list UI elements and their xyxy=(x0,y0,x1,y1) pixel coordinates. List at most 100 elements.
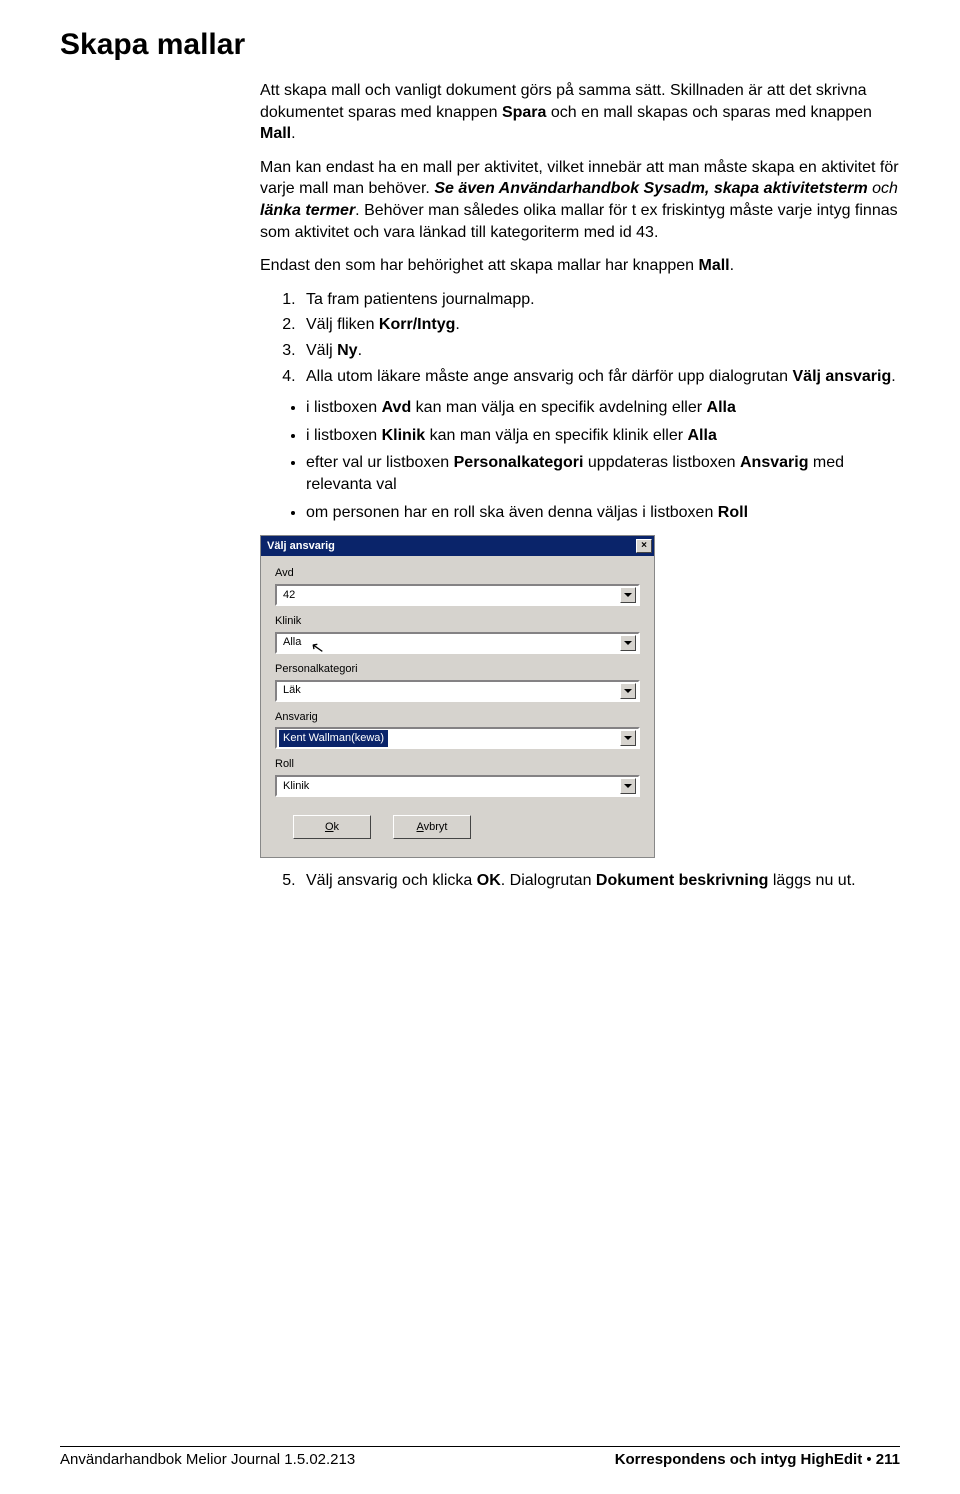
step-1: Ta fram patientens journalmapp. xyxy=(300,289,900,311)
footer-left: Användarhandbok Melior Journal 1.5.02.21… xyxy=(60,1451,355,1468)
combo-value: Läk xyxy=(283,683,301,698)
chevron-down-icon[interactable] xyxy=(620,587,636,603)
bold-text: Välj ansvarig xyxy=(793,368,892,385)
button-hotkey: A xyxy=(417,821,424,833)
text: . Behöver man således olika mallar för t… xyxy=(260,202,898,241)
step-3: Välj Ny. xyxy=(300,340,900,362)
italic-bold-text: länka termer xyxy=(260,202,355,219)
bullet-list: i listboxen Avd kan man välja en specifi… xyxy=(260,397,900,523)
bold-text: Ny xyxy=(337,342,357,359)
paragraph-3: Endast den som har behörighet att skapa … xyxy=(260,255,900,277)
bold-text: Ansvarig xyxy=(740,454,808,471)
ordered-steps: Ta fram patientens journalmapp. Välj fli… xyxy=(260,289,900,387)
bullet-4: om personen har en roll ska även denna v… xyxy=(306,502,900,524)
text: . xyxy=(291,125,295,142)
page-footer: Användarhandbok Melior Journal 1.5.02.21… xyxy=(60,1446,900,1468)
bold-text: Alla xyxy=(707,399,736,416)
field-klinik: Klinik Alla ↖ xyxy=(275,614,640,654)
field-personalkategori: Personalkategori Läk xyxy=(275,662,640,702)
text: kan man välja en specifik klinik eller xyxy=(425,427,687,444)
button-label: vbryt xyxy=(424,821,448,833)
bullet-1: i listboxen Avd kan man välja en specifi… xyxy=(306,397,900,419)
text: . xyxy=(358,342,362,359)
label-roll: Roll xyxy=(275,757,640,772)
text: kan man välja en specifik avdelning elle… xyxy=(411,399,706,416)
combo-value-selected: Kent Wallman(kewa) xyxy=(279,730,388,747)
combo-ansvarig[interactable]: Kent Wallman(kewa) xyxy=(275,727,640,749)
italic-bold-text: Se även Användarhandbok Sysadm, skapa ak… xyxy=(434,180,867,197)
bold-text: Dokument beskrivning xyxy=(596,872,768,889)
text: Endast den som har behörighet att skapa … xyxy=(260,257,699,274)
bold-text: Roll xyxy=(718,504,748,521)
text: . Dialogrutan xyxy=(501,872,596,889)
combo-value: 42 xyxy=(283,588,295,603)
bullet-3: efter val ur listboxen Personalkategori … xyxy=(306,452,900,495)
step-4: Alla utom läkare måste ange ansvarig och… xyxy=(300,366,900,388)
paragraph-1: Att skapa mall och vanligt dokument görs… xyxy=(260,80,900,145)
cancel-button[interactable]: Avbryt xyxy=(393,815,471,839)
text: . xyxy=(730,257,734,274)
text: . xyxy=(455,316,459,333)
text: Alla utom läkare måste ange ansvarig och… xyxy=(306,368,793,385)
ok-button[interactable]: Ok xyxy=(293,815,371,839)
step-2: Välj fliken Korr/Intyg. xyxy=(300,314,900,336)
bold-text: Avd xyxy=(382,399,412,416)
text: Välj ansvarig och klicka xyxy=(306,872,477,889)
combo-avd[interactable]: 42 xyxy=(275,584,640,606)
chevron-down-icon[interactable] xyxy=(620,635,636,651)
combo-personalkategori[interactable]: Läk xyxy=(275,680,640,702)
text: Välj xyxy=(306,342,337,359)
text: om personen har en roll ska även denna v… xyxy=(306,504,718,521)
text: uppdateras listboxen xyxy=(583,454,740,471)
text: Ta fram patientens journalmapp. xyxy=(306,291,535,308)
step-5: Välj ansvarig och klicka OK. Dialogrutan… xyxy=(300,870,900,892)
label-avd: Avd xyxy=(275,566,640,581)
chevron-down-icon[interactable] xyxy=(620,778,636,794)
button-hotkey: O xyxy=(325,821,334,833)
footer-section: Korrespondens och intyg HighEdit xyxy=(615,1451,863,1468)
text: och en mall skapas och sparas med knappe… xyxy=(546,104,872,121)
chevron-down-icon[interactable] xyxy=(620,730,636,746)
ordered-steps-continued: Välj ansvarig och klicka OK. Dialogrutan… xyxy=(260,870,900,892)
text: i listboxen xyxy=(306,399,382,416)
chevron-down-icon[interactable] xyxy=(620,683,636,699)
dialog-button-row: Ok Avbryt xyxy=(293,815,640,839)
footer-page-number: 211 xyxy=(876,1451,900,1468)
bold-text: Klinik xyxy=(382,427,426,444)
combo-value: Alla xyxy=(283,635,301,650)
combo-klinik[interactable]: Alla xyxy=(275,632,640,654)
text: Välj fliken xyxy=(306,316,379,333)
field-roll: Roll Klinik xyxy=(275,757,640,797)
dialog-title-text: Välj ansvarig xyxy=(267,539,335,554)
dialog-titlebar: Välj ansvarig × xyxy=(261,536,654,556)
bold-text: Korr/Intyg xyxy=(379,316,455,333)
text: läggs nu ut. xyxy=(768,872,855,889)
document-page: Skapa mallar Att skapa mall och vanligt … xyxy=(0,0,960,1494)
text: efter val ur listboxen xyxy=(306,454,454,471)
combo-roll[interactable]: Klinik xyxy=(275,775,640,797)
dialog-body: Avd 42 Klinik Alla ↖ Personalkategori xyxy=(261,556,654,857)
bold-text: Spara xyxy=(502,104,546,121)
footer-right: Korrespondens och intyg HighEdit • 211 xyxy=(615,1451,900,1468)
close-icon[interactable]: × xyxy=(636,539,652,553)
text: . xyxy=(891,368,895,385)
label-klinik: Klinik xyxy=(275,614,640,629)
combo-value: Klinik xyxy=(283,779,309,794)
italic-text: och xyxy=(868,180,898,197)
field-avd: Avd 42 xyxy=(275,566,640,606)
bullet-2: i listboxen Klinik kan man välja en spec… xyxy=(306,425,900,447)
bold-text: Mall xyxy=(260,125,291,142)
footer-separator: • xyxy=(862,1451,876,1468)
body-content: Att skapa mall och vanligt dokument görs… xyxy=(260,80,900,892)
bold-text: Mall xyxy=(699,257,730,274)
text: i listboxen xyxy=(306,427,382,444)
paragraph-2: Man kan endast ha en mall per aktivitet,… xyxy=(260,157,900,243)
dialog-valj-ansvarig: Välj ansvarig × Avd 42 Klinik Alla xyxy=(260,535,655,858)
label-personalkategori: Personalkategori xyxy=(275,662,640,677)
page-title: Skapa mallar xyxy=(60,28,900,62)
button-label: k xyxy=(334,821,340,833)
field-ansvarig: Ansvarig Kent Wallman(kewa) xyxy=(275,710,640,750)
bold-text: OK xyxy=(477,872,501,889)
bold-text: Alla xyxy=(688,427,717,444)
label-ansvarig: Ansvarig xyxy=(275,710,640,725)
